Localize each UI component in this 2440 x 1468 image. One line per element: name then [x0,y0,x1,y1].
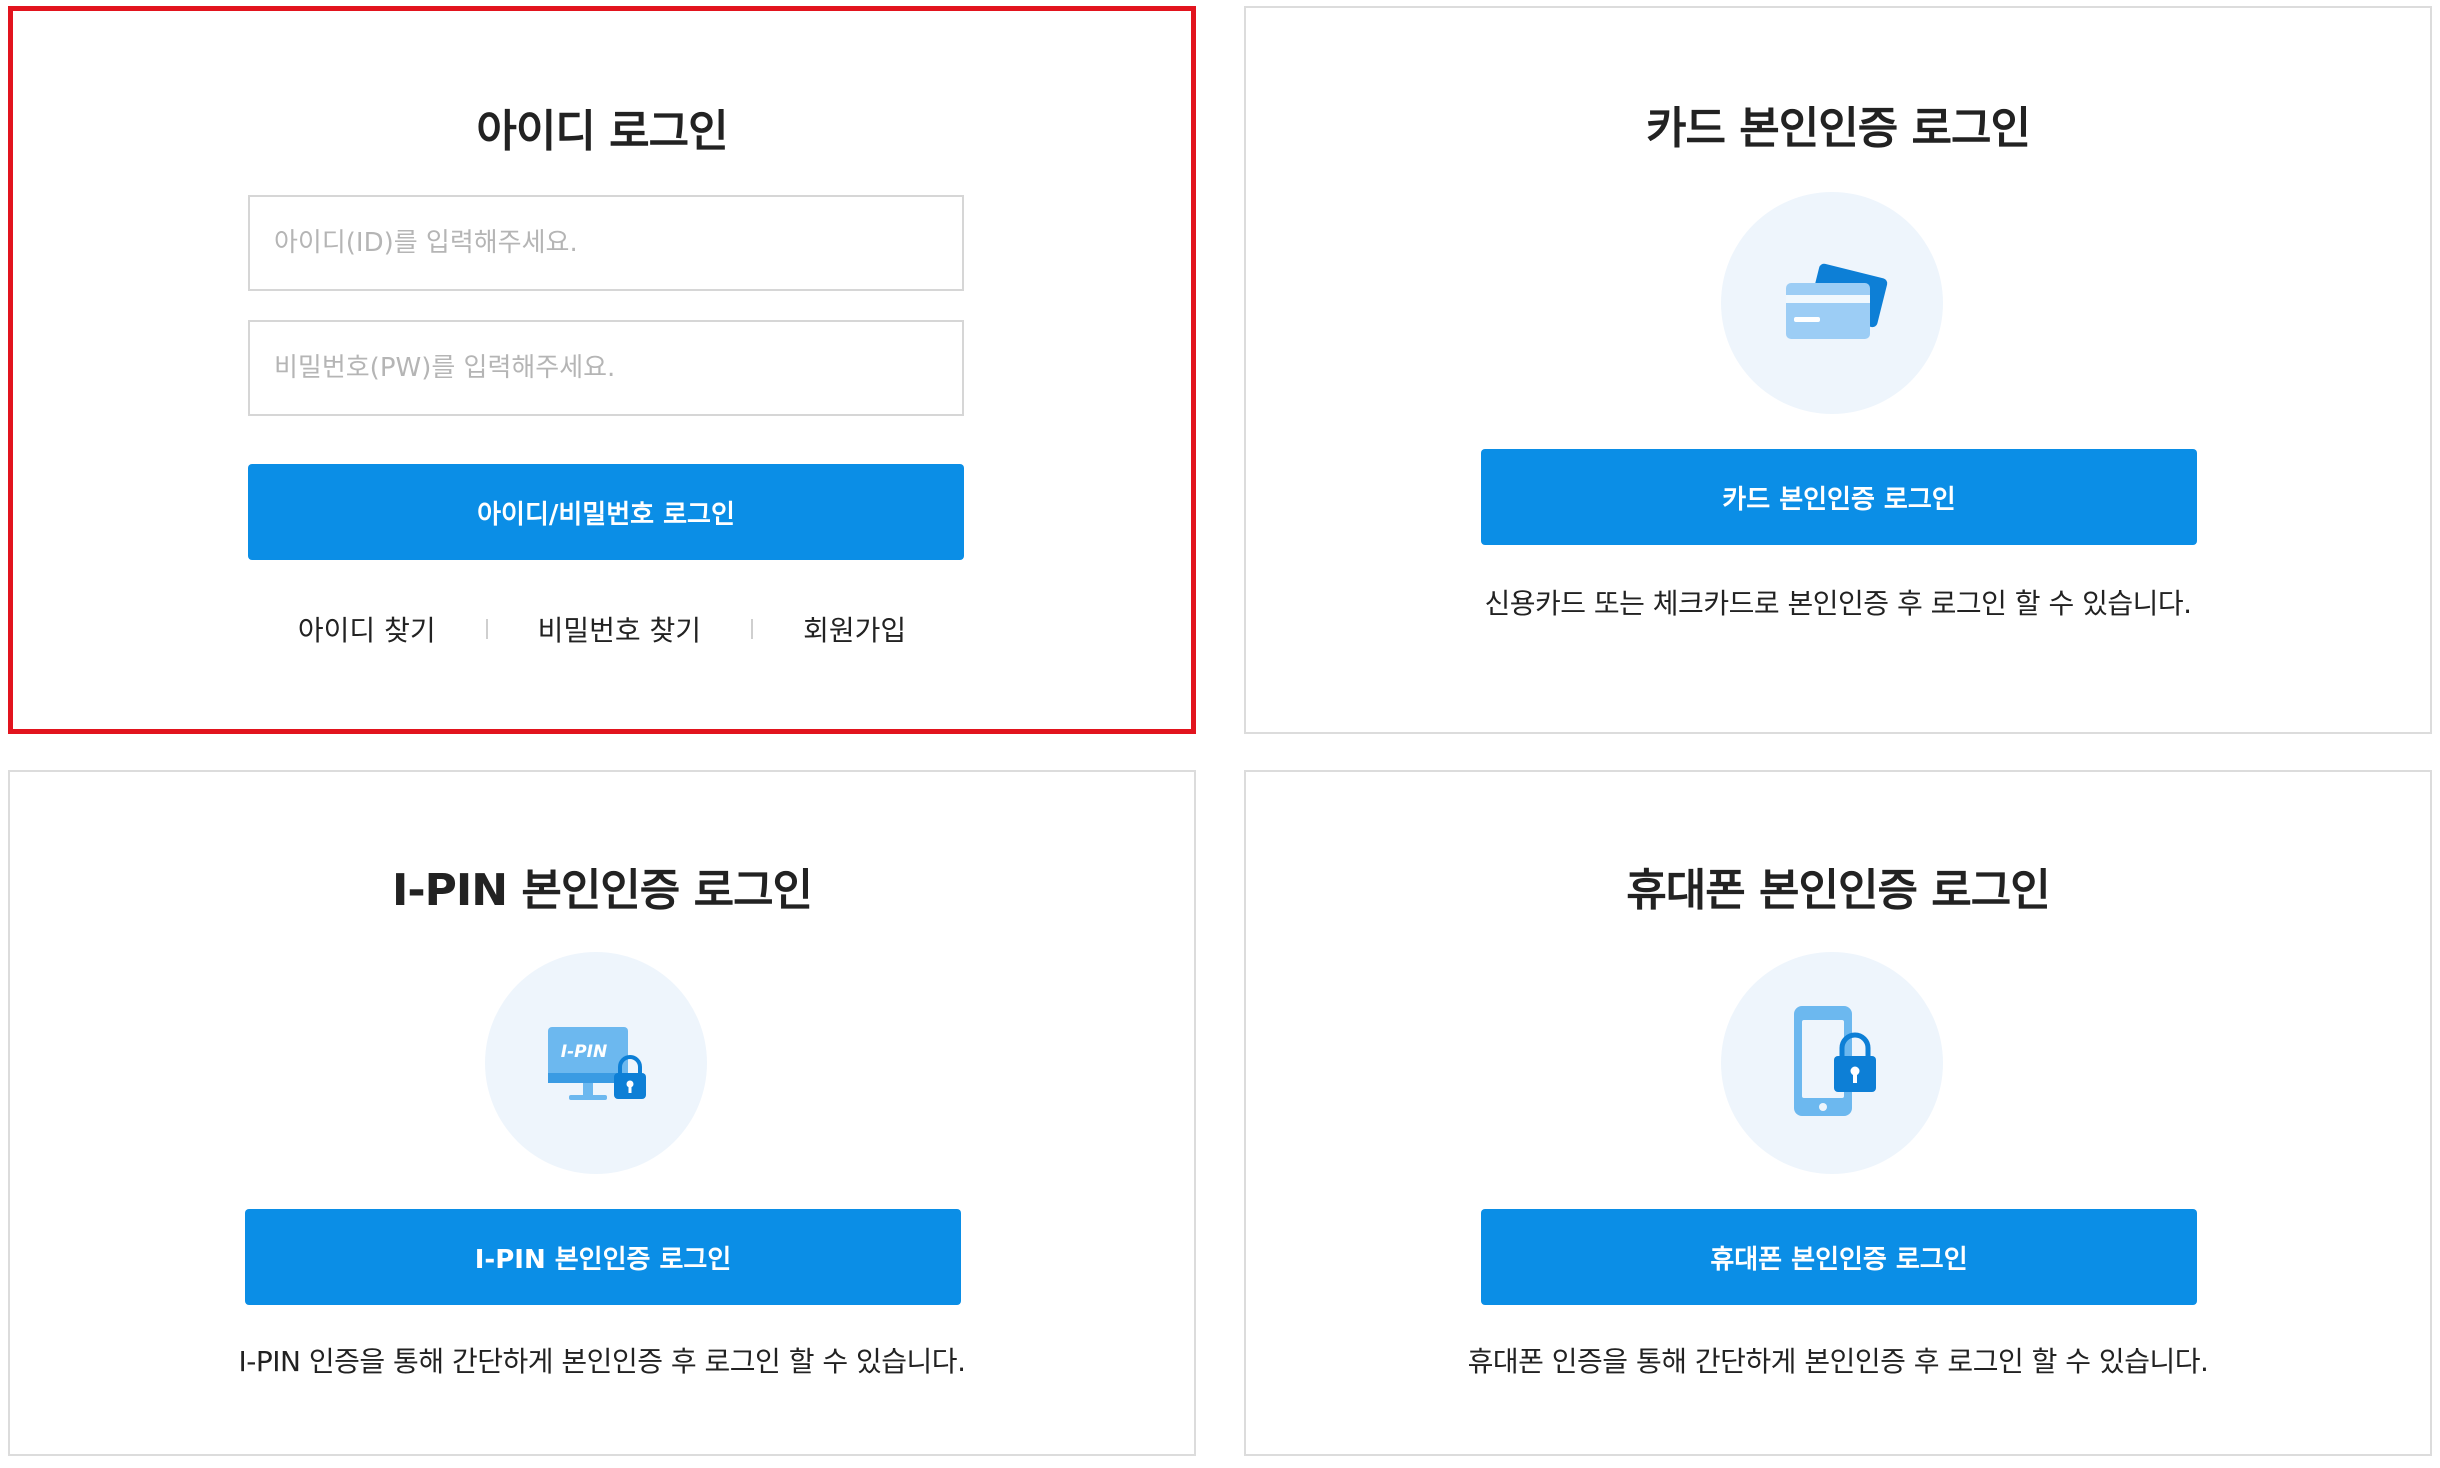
find-id-link[interactable]: 아이디 찾기 [290,609,444,649]
ipin-login-title: I-PIN 본인인증 로그인 [391,865,813,916]
id-input[interactable] [248,195,964,291]
id-login-panel: 아이디 로그인 아이디/비밀번호 로그인 아이디 찾기 비밀번호 찾기 회원가입 [8,6,1196,734]
card-login-button[interactable]: 카드 본인인증 로그인 [1481,449,2197,545]
signup-link[interactable]: 회원가입 [795,609,914,649]
id-login-title: 아이디 로그인 [476,106,728,157]
link-divider [485,619,488,639]
find-password-link[interactable]: 비밀번호 찾기 [530,609,709,649]
ipin-icon-text: I-PIN [561,1042,607,1062]
phone-login-panel: 휴대폰 본인인증 로그인 휴대폰 본인인증 로그인 휴대폰 인증을 통해 간단하… [1244,770,2432,1456]
link-divider [751,619,754,639]
card-login-description: 신용카드 또는 체크카드로 본인인증 후 로그인 할 수 있습니다. [1484,587,2192,620]
password-input[interactable] [248,320,964,416]
phone-login-button[interactable]: 휴대폰 본인인증 로그인 [1481,1209,2197,1305]
id-password-login-button[interactable]: 아이디/비밀번호 로그인 [248,464,964,560]
phone-lock-icon [1721,952,1943,1174]
ipin-monitor-lock-icon: I-PIN [485,952,707,1174]
credit-card-icon [1721,192,1943,414]
phone-login-title: 휴대폰 본인인증 로그인 [1626,865,2050,916]
ipin-login-panel: I-PIN 본인인증 로그인 I-PIN I-PIN 본인인증 로그인 I-PI… [8,770,1196,1456]
card-login-panel: 카드 본인인증 로그인 카드 본인인증 로그인 신용카드 또는 체크카드로 본인… [1244,6,2432,734]
ipin-login-description: I-PIN 인증을 통해 간단하게 본인인증 후 로그인 할 수 있습니다. [238,1345,966,1378]
ipin-login-button[interactable]: I-PIN 본인인증 로그인 [245,1209,961,1305]
account-links: 아이디 찾기 비밀번호 찾기 회원가입 [13,609,1191,649]
card-login-title: 카드 본인인증 로그인 [1646,103,2031,154]
phone-login-description: 휴대폰 인증을 통해 간단하게 본인인증 후 로그인 할 수 있습니다. [1467,1345,2209,1378]
